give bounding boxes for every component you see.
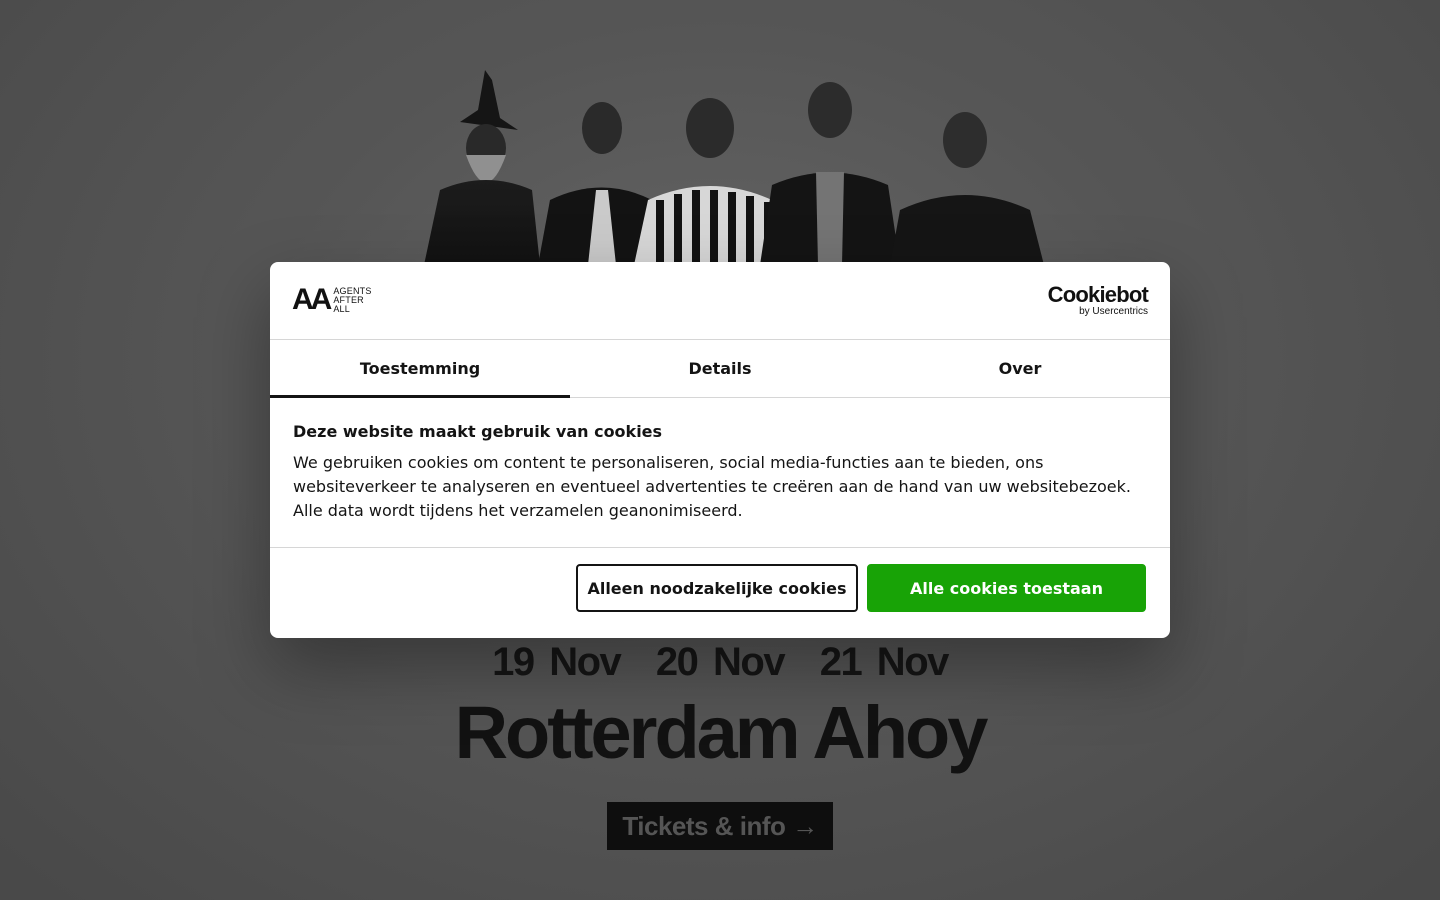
agents-after-all-logo-mark: AA [292,283,332,316]
dialog-heading: Deze website maakt gebruik van cookies [293,422,663,441]
allow-all-cookies-button[interactable]: Alle cookies toestaan [867,564,1146,612]
dialog-content: Deze website maakt gebruik van cookies W… [270,398,1170,548]
tab-details[interactable]: Details [570,340,870,397]
necessary-cookies-button[interactable]: Alleen noodzakelijke cookies [576,564,858,612]
cookie-consent-dialog: AA AGENTS AFTER ALL Cookiebot by Usercen… [270,262,1170,638]
dialog-tabs: Toestemming Details Over [270,340,1170,398]
tab-toestemming[interactable]: Toestemming [270,340,570,398]
cookiebot-logo-name: Cookiebot [1047,282,1149,307]
cookiebot-logo-sub: by Usercentrics [1079,306,1148,317]
agents-after-all-logo-text: AGENTS AFTER ALL [333,286,371,314]
agents-after-all-logo: AA AGENTS AFTER ALL [292,283,372,316]
logo-line-3: ALL [333,303,350,314]
tab-over[interactable]: Over [870,340,1170,397]
dialog-footer: Alleen noodzakelijke cookies Alle cookie… [270,548,1170,638]
cookiebot-logo[interactable]: Cookiebot by Usercentrics [1047,282,1149,318]
dialog-body-text: We gebruiken cookies om content te perso… [293,453,1131,520]
dialog-header: AA AGENTS AFTER ALL Cookiebot by Usercen… [270,262,1170,340]
